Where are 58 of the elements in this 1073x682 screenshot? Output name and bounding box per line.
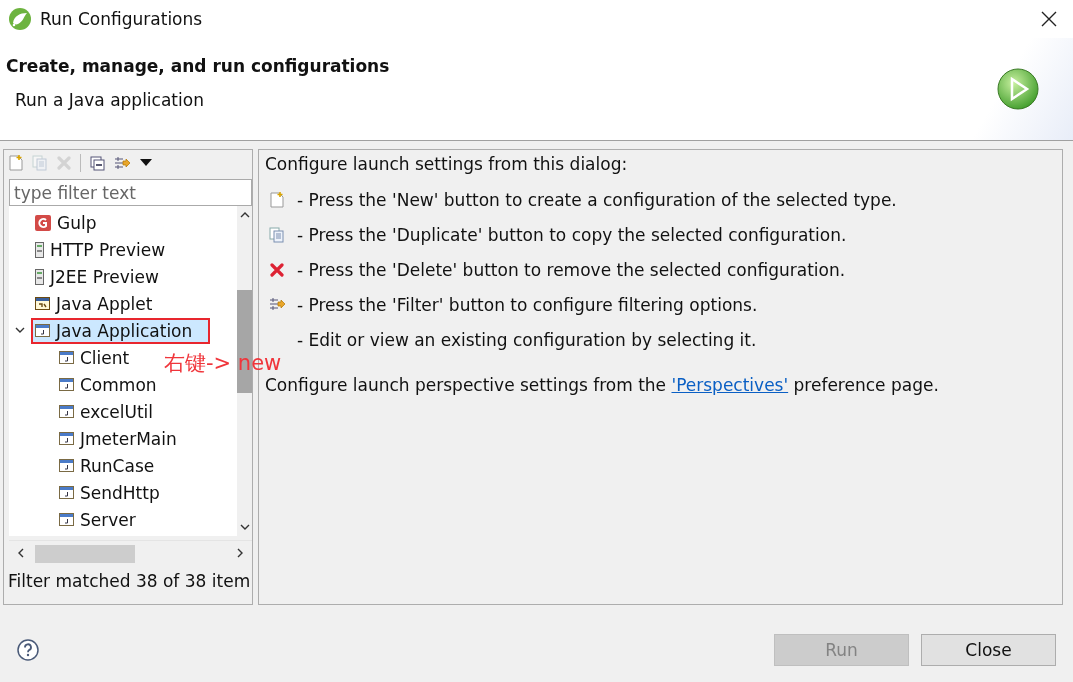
- intro-text: Configure launch settings from this dialog:: [265, 154, 629, 174]
- instruction-text: - Edit or view an existing configuration by selecting it.: [297, 329, 757, 350]
- java-window-icon: [59, 405, 74, 418]
- server-icon: [35, 241, 44, 258]
- tree-item[interactable]: Java Applet: [31, 290, 171, 317]
- tree-item[interactable]: excelUtil: [55, 398, 171, 425]
- instruction-text: - Press the 'Filter' button to configure filtering options.: [297, 294, 758, 315]
- help-icon[interactable]: [17, 638, 39, 661]
- close-icon[interactable]: [1041, 11, 1057, 27]
- copy-document-icon: [269, 226, 285, 243]
- dropdown-caret-icon: [140, 159, 152, 167]
- tree-item[interactable]: JmeterMain: [55, 425, 195, 452]
- scrollbar-thumb[interactable]: [35, 545, 135, 563]
- java-window-icon: [59, 486, 74, 499]
- scroll-down-icon[interactable]: [239, 524, 250, 531]
- instruction-text: - Press the 'Duplicate' button to copy the selected configuration.: [297, 224, 847, 245]
- server-icon: [35, 268, 44, 285]
- filter-field[interactable]: type filter text: [9, 179, 252, 206]
- java-window-icon: [59, 378, 74, 391]
- header-title: Create, manage, and run configurations: [6, 56, 391, 76]
- scroll-up-icon[interactable]: [239, 211, 250, 218]
- scroll-right-icon[interactable]: [237, 548, 244, 558]
- play-button-icon: [996, 67, 1040, 111]
- instruction-text: - Press the 'Delete' button to remove the selected configuration.: [297, 259, 846, 280]
- java-window-icon: [59, 459, 74, 472]
- new-file-icon: [9, 155, 23, 171]
- perspective-text: Configure launch perspective settings from the 'Perspectives' preference page.: [265, 375, 940, 395]
- collapse-all-icon: [90, 155, 105, 171]
- java-window-icon: [59, 513, 74, 526]
- tree-item[interactable]: Client: [55, 344, 148, 371]
- tree-item[interactable]: Server: [55, 506, 154, 533]
- window-title: Run Configurations: [40, 9, 203, 29]
- header-subtitle: Run a Java application: [15, 90, 205, 110]
- tree-item[interactable]: J2EE Preview: [31, 263, 177, 290]
- tree-item[interactable]: Java Application: [31, 317, 211, 344]
- tree-item[interactable]: Gulp: [31, 209, 115, 236]
- dialog-button[interactable]: Close: [921, 633, 1056, 666]
- applet-window-icon: [35, 297, 50, 310]
- perspectives-link[interactable]: 'Perspectives': [671, 375, 789, 395]
- tree-item[interactable]: RunCase: [55, 452, 173, 479]
- delete-x-icon: [57, 156, 71, 170]
- delete-x-icon: [270, 262, 284, 277]
- filter-arrows-icon: [114, 155, 131, 171]
- tree-item[interactable]: HTTP Preview: [31, 236, 184, 263]
- gulp-cup-icon: [35, 214, 51, 231]
- tree-item[interactable]: SendHttp: [55, 479, 178, 506]
- copy-document-icon: [32, 155, 48, 171]
- expand-chevron-icon[interactable]: [15, 326, 25, 335]
- scroll-left-icon[interactable]: [17, 548, 24, 558]
- new-file-icon: [270, 191, 284, 208]
- instruction-text: - Press the 'New' button to create a configuration of the selected type.: [297, 189, 897, 210]
- filter-arrows-icon: [268, 297, 286, 312]
- java-window-icon: [59, 351, 74, 364]
- leaf-logo-icon: [8, 7, 32, 31]
- java-window-icon: [59, 432, 74, 445]
- filter-status: Filter matched 38 of 38 item: [7, 570, 252, 591]
- java-window-icon: [35, 324, 50, 337]
- annotation-text: 右键-> new: [164, 350, 282, 377]
